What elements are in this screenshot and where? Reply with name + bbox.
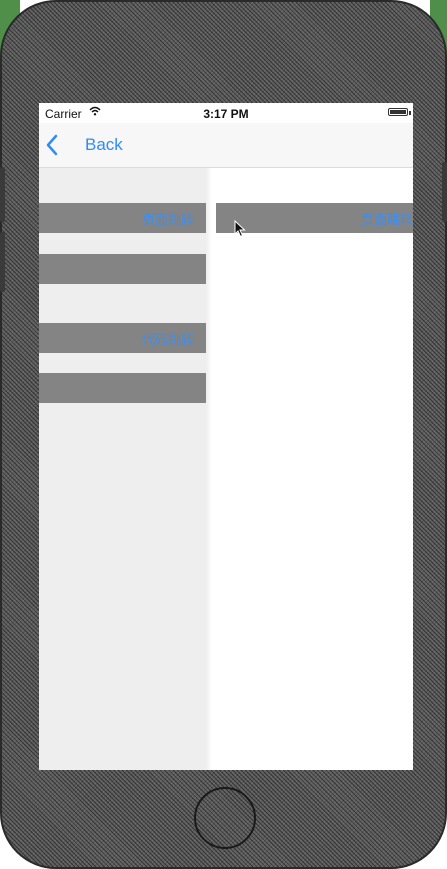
left-bar-page-jump[interactable]: 页面跳转 (39, 203, 206, 233)
left-bar-blank[interactable] (39, 254, 206, 284)
chevron-left-icon (46, 134, 58, 156)
left-bar-blank[interactable] (39, 373, 206, 403)
volume-button (0, 232, 5, 292)
battery-tip (409, 111, 411, 115)
navigation-bar: Back (39, 123, 413, 168)
battery-icon (388, 108, 408, 116)
mute-switch (0, 167, 5, 222)
home-button[interactable] (194, 787, 256, 849)
status-time: 3:17 PM (203, 107, 249, 121)
back-button[interactable]: Back (45, 123, 145, 167)
panel-divider (206, 168, 212, 770)
phone-frame: Carrier 3:17 PM Back 页面跳转 代码跳转 页面跳转 (0, 0, 447, 869)
mouse-cursor-icon (234, 220, 246, 238)
device-screen: Carrier 3:17 PM Back 页面跳转 代码跳转 页面跳转 (39, 103, 413, 770)
power-button (442, 162, 447, 222)
back-label: Back (85, 135, 123, 154)
status-bar: Carrier 3:17 PM (39, 103, 413, 123)
left-bar-code-jump[interactable]: 代码跳转 (39, 323, 206, 353)
